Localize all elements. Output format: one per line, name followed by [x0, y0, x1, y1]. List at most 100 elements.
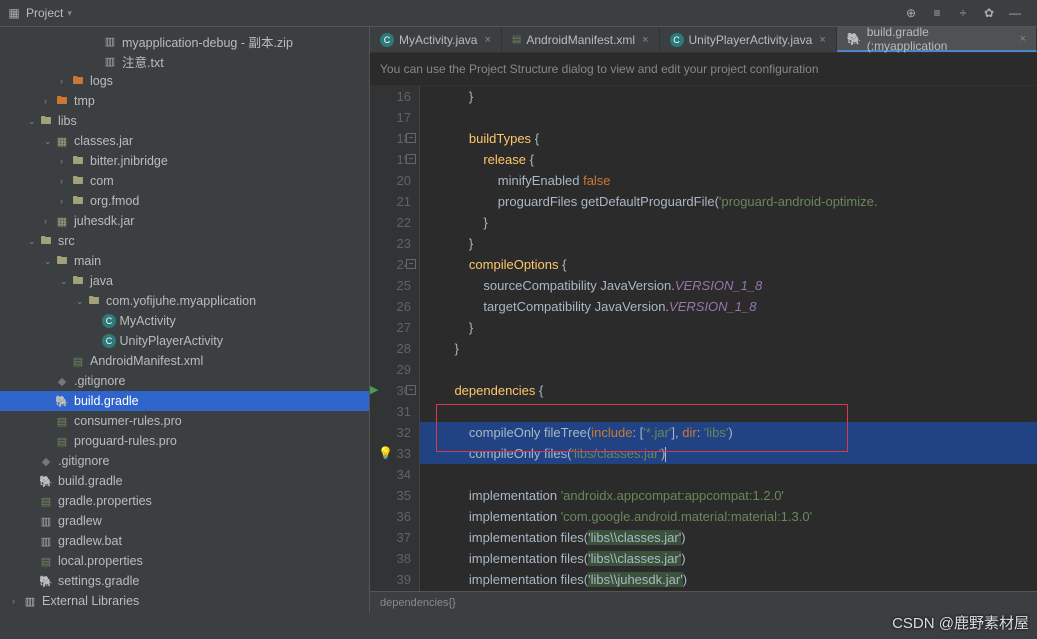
locate-icon[interactable]: ⊕ — [903, 5, 919, 21]
code-line[interactable]: compileOnly fileTree(include: ['*.jar'],… — [420, 422, 1037, 443]
code-line[interactable]: } — [440, 338, 1037, 359]
code-line[interactable]: implementation 'com.google.android.mater… — [440, 506, 1037, 527]
code-line[interactable]: buildTypes { — [440, 128, 1037, 149]
tree-item[interactable]: ⌄🖿com.yofijuhe.myapplication — [0, 291, 369, 311]
line-number: 20 — [370, 170, 411, 191]
tree-item[interactable]: ⌄🖿libs — [0, 111, 369, 131]
tab-build-gradle-myapplication[interactable]: 🐘build.gradle (:myapplication× — [837, 27, 1037, 52]
tree-item[interactable]: 🐘build.gradle — [0, 391, 369, 411]
code-line[interactable]: } — [440, 86, 1037, 107]
tree-item[interactable]: ◆.gitignore — [0, 451, 369, 471]
tree-item[interactable]: ▤consumer-rules.pro — [0, 411, 369, 431]
close-tab-icon[interactable]: × — [819, 34, 825, 46]
code-line[interactable]: implementation files('libs\\classes.jar'… — [440, 548, 1037, 569]
close-tab-icon[interactable]: × — [484, 34, 490, 46]
tree-item[interactable]: ▥gradlew.bat — [0, 531, 369, 551]
tree-item[interactable]: ▤AndroidManifest.xml — [0, 351, 369, 371]
code-line[interactable]: implementation 'androidx.appcompat:appco… — [440, 485, 1037, 506]
tree-item[interactable]: ›▥External Libraries — [0, 591, 369, 611]
code-line[interactable]: targetCompatibility JavaVersion.VERSION_… — [440, 296, 1037, 317]
collapse-icon[interactable]: ÷ — [955, 5, 971, 21]
code-line[interactable]: implementation files('libs\\classes.jar'… — [440, 527, 1037, 548]
tree-item[interactable]: C MyActivity — [0, 311, 369, 331]
folder-icon: 🖿 — [38, 234, 54, 248]
tree-item[interactable]: ⌄▦classes.jar — [0, 131, 369, 151]
tree-item[interactable]: ▤local.properties — [0, 551, 369, 571]
tree-item[interactable]: ◆.gitignore — [0, 371, 369, 391]
chevron-icon[interactable]: ⌄ — [44, 136, 54, 147]
fold-icon[interactable]: − — [406, 154, 416, 164]
settings-icon[interactable]: ✿ — [981, 5, 997, 21]
code-line[interactable]: testImplementation 'junit:junit:4.+' — [440, 590, 1037, 591]
close-tab-icon[interactable]: × — [642, 34, 648, 46]
code-line[interactable]: 💡 compileOnly files('libs/classes.jar') — [420, 443, 1037, 464]
tree-item[interactable]: ⌄🖿main — [0, 251, 369, 271]
code-line[interactable]: } — [440, 212, 1037, 233]
code-line[interactable] — [440, 464, 1037, 485]
tree-item[interactable]: ›🖿bitter.jnibridge — [0, 151, 369, 171]
code-line[interactable] — [440, 359, 1037, 380]
chevron-icon[interactable]: › — [44, 216, 54, 226]
run-gutter-icon[interactable]: ▶ — [370, 380, 378, 401]
code-line[interactable] — [440, 401, 1037, 422]
tree-label: myapplication-debug - 副本.zip — [122, 32, 293, 51]
chevron-icon[interactable]: ⌄ — [28, 116, 38, 127]
code-line[interactable]: minifyEnabled false — [440, 170, 1037, 191]
tree-item[interactable]: ⌄🖿java — [0, 271, 369, 291]
chevron-icon[interactable]: › — [60, 76, 70, 86]
project-tree[interactable]: ▥myapplication-debug - 副本.zip▥注意.txt›🖿lo… — [0, 27, 369, 613]
chevron-icon[interactable]: › — [60, 176, 70, 186]
code-line[interactable]: proguardFiles getDefaultProguardFile('pr… — [440, 191, 1037, 212]
chevron-icon[interactable]: › — [12, 596, 22, 606]
tab-unityplayeractivity-java[interactable]: CUnityPlayerActivity.java× — [660, 27, 837, 52]
tree-item[interactable]: ▥Scratches and Consoles — [0, 611, 369, 613]
tree-item[interactable]: 🐘settings.gradle — [0, 571, 369, 591]
chevron-icon[interactable]: › — [60, 156, 70, 166]
tab-myactivity-java[interactable]: CMyActivity.java× — [370, 27, 502, 52]
chevron-icon[interactable]: ⌄ — [60, 276, 70, 287]
chevron-icon[interactable]: › — [44, 96, 54, 106]
code-line[interactable]: } — [440, 317, 1037, 338]
tree-item[interactable]: ›🖿com — [0, 171, 369, 191]
tree-item[interactable]: ▤gradle.properties — [0, 491, 369, 511]
dropdown-icon[interactable]: ▾ — [67, 8, 72, 19]
tree-item[interactable]: C UnityPlayerActivity — [0, 331, 369, 351]
chevron-icon[interactable]: ⌄ — [76, 296, 86, 307]
tree-item[interactable]: ›▦juhesdk.jar — [0, 211, 369, 231]
expand-icon[interactable]: ≡ — [929, 5, 945, 21]
tab-label: build.gradle (:myapplication — [867, 25, 1013, 53]
code-line[interactable] — [440, 107, 1037, 128]
tree-label: libs — [58, 114, 77, 128]
code-line[interactable]: release { — [440, 149, 1037, 170]
code-line[interactable]: sourceCompatibility JavaVersion.VERSION_… — [440, 275, 1037, 296]
tree-item[interactable]: ▥注意.txt — [0, 51, 369, 71]
code-line[interactable]: ▶ dependencies { — [440, 380, 1037, 401]
tree-item[interactable]: ▥gradlew — [0, 511, 369, 531]
tree-item[interactable]: 🐘build.gradle — [0, 471, 369, 491]
tab-androidmanifest-xml[interactable]: ▤AndroidManifest.xml× — [502, 27, 660, 52]
class-icon: C — [102, 334, 116, 348]
chevron-icon[interactable]: › — [60, 196, 70, 206]
tree-item[interactable]: ▥myapplication-debug - 副本.zip — [0, 31, 369, 51]
tree-item[interactable]: ⌄🖿src — [0, 231, 369, 251]
code-line[interactable]: implementation files('libs\\juhesdk.jar'… — [440, 569, 1037, 590]
editor-tabbar[interactable]: CMyActivity.java×▤AndroidManifest.xml×CU… — [370, 27, 1037, 53]
tree-item[interactable]: ›🖿tmp — [0, 91, 369, 111]
fold-icon[interactable]: − — [406, 133, 416, 143]
code-area[interactable]: 1617181920212223242526272829303132333435… — [370, 86, 1037, 591]
chevron-icon[interactable]: ⌄ — [44, 256, 54, 267]
chevron-icon[interactable]: ⌄ — [28, 236, 38, 247]
tree-item[interactable]: ›🖿logs — [0, 71, 369, 91]
tree-item[interactable]: ›🖿org.fmod — [0, 191, 369, 211]
hide-icon[interactable]: — — [1007, 5, 1023, 21]
fold-icon[interactable]: − — [406, 385, 416, 395]
code[interactable]: } buildTypes { release { minifyEnabled f… — [420, 86, 1037, 591]
code-line[interactable]: } — [440, 233, 1037, 254]
bulb-icon[interactable]: 💡 — [378, 443, 393, 464]
breadcrumb[interactable]: dependencies{} — [370, 591, 1037, 613]
code-line[interactable]: compileOptions { — [440, 254, 1037, 275]
fold-icon[interactable]: − — [406, 259, 416, 269]
close-tab-icon[interactable]: × — [1020, 33, 1026, 45]
tree-item[interactable]: ▤proguard-rules.pro — [0, 431, 369, 451]
line-number: 22 — [370, 212, 411, 233]
